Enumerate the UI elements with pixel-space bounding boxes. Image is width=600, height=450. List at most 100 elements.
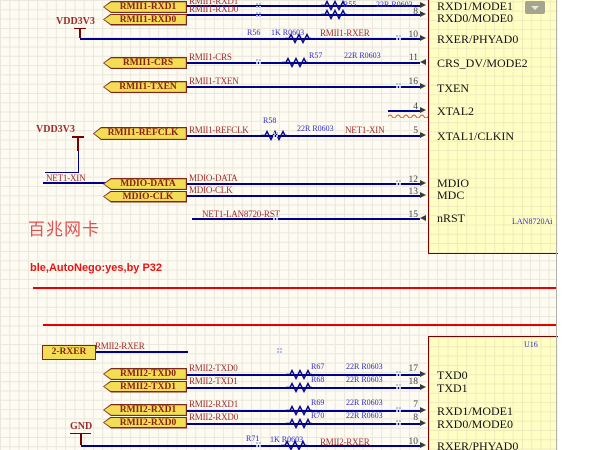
port-mdio-data[interactable]: MDIO-DATA [103,178,187,190]
resistor-designator[interactable]: R68 [311,376,324,384]
net-label[interactable]: NET1-XIN [46,174,85,183]
port-rmii2-rxd0[interactable]: RMII2-RXD0 [103,417,187,429]
resistor-value[interactable]: 1K R0603 [271,29,304,37]
pin-name: RXER/PHYAD0 [437,33,518,45]
resistor-designator[interactable]: R70 [311,412,324,420]
resistor-value[interactable]: 1K R0603 [270,436,303,444]
resistor-value[interactable]: 22R R0603 [297,125,334,133]
port-label: MDIO-DATA [109,178,187,190]
dropdown-button[interactable] [525,1,545,14]
pin-connector-icon [420,35,426,41]
port-label: RMII2-RXD1 [109,404,187,416]
pin-connector-icon [420,180,426,186]
port-rmii1-crs[interactable]: RMII1-CRS [103,57,187,69]
net-label[interactable]: NET1-LAN8720-RST [202,210,280,219]
pin-connector-icon [420,442,426,448]
junction-marker [273,132,275,134]
port-label: RMII1-RXD0 [109,14,187,26]
wire-rmii2-rxer[interactable] [94,351,188,353]
power-label-vdd3v3[interactable]: VDD3V3 [56,17,95,27]
net-label[interactable]: RMII2-RXER [95,342,145,351]
junction-marker [256,442,258,444]
port-rmii2-rxer[interactable]: 2-RXER [42,345,96,360]
pin-number: 15 [402,211,418,221]
wire-mdio-clk[interactable] [187,195,420,197]
power-label-gnd[interactable]: GND [70,422,92,432]
net-label[interactable]: RMII1-RXER [320,29,370,38]
port-rmii1-txen[interactable]: RMII1-TXEN [103,81,187,93]
junction-marker [256,12,258,14]
resistor-designator[interactable]: R67 [311,363,324,371]
resistor-value[interactable]: 22R R0603 [346,376,383,384]
pin-connector-icon [420,2,426,8]
port-rmii1-refclk[interactable]: RMII1-REFCLK [93,127,187,140]
pin-number: 10 [402,31,418,41]
pin-number: 8 [402,414,418,424]
resistor-designator[interactable]: R57 [309,52,322,60]
resistor-symbol[interactable] [321,9,347,20]
pin-number: 4 [402,103,418,113]
wire-rmii1-refclk[interactable] [187,135,420,137]
net-label[interactable]: RMII2-RXD1 [189,400,238,409]
port-rmii2-rxd1[interactable]: RMII2-RXD1 [103,404,187,416]
resistor-symbol[interactable] [286,382,312,393]
resistor-designator[interactable]: R55 [343,1,356,9]
pin-name: MDC [437,189,464,201]
pin-number: 12 [402,176,418,186]
junction-marker [277,348,279,350]
net-label[interactable]: RMII1-TXEN [189,77,239,86]
junction-marker [396,371,398,373]
junction-marker [396,420,398,422]
pin-name: RXER/PHYAD0 [437,440,518,450]
wire-rmii1-rxer[interactable] [80,38,420,40]
pin-number: 13 [402,188,418,198]
resistor-value[interactable]: 22R R0603 [346,399,383,407]
pin-connector-icon [420,11,426,17]
net-label[interactable]: RMII1-REFCLK [189,126,249,135]
pin-number: 18 [402,378,418,388]
sheet-edge-line [556,0,557,450]
port-rmii2-txd1[interactable]: RMII2-TXD1 [103,381,187,393]
port-rmii1-rxd1[interactable]: RMII1-RXD1 [103,1,187,13]
net-label[interactable]: NET1-XIN [345,126,384,135]
net-label[interactable]: RMII2-TXD1 [189,377,238,386]
resistor-designator[interactable]: R56 [247,29,260,37]
port-label: 2-RXER [43,346,95,359]
port-rmii1-rxd0[interactable]: RMII1-RXD0 [103,14,187,26]
net-label[interactable]: RMII2-TXD0 [189,364,238,373]
junction-marker [256,3,258,5]
pin-number: 17 [402,365,418,375]
resistor-value[interactable]: 22R R0603 [344,52,381,60]
port-label: RMII2-RXD0 [109,417,187,429]
wire-vdd-drop[interactable] [78,150,80,172]
section-divider-line [33,287,557,289]
pin-connector-icon [420,371,426,377]
port-rmii2-txd0[interactable]: RMII2-TXD0 [103,368,187,380]
resistor-value[interactable]: 22R R0603 [346,363,383,371]
net-label[interactable]: MDIO-CLK [189,186,232,195]
net-label[interactable]: RMII1-CRS [189,53,232,62]
port-label: RMII1-REFCLK [99,127,187,140]
net-label[interactable]: RMII2-RXD0 [189,413,238,422]
resistor-symbol[interactable] [286,418,312,429]
resistor-symbol[interactable] [286,405,312,416]
part-comment[interactable]: LAN8720Ai [512,218,552,226]
net-label[interactable]: RMII2-RXER [320,438,370,447]
pin-connector-icon [420,384,426,390]
wire-rmii1-rxd0[interactable] [187,14,420,16]
wire-rmii1-txen[interactable] [187,86,420,88]
net-label[interactable]: MDIO-DATA [189,174,237,183]
pin-name: RXD1/MODE1 [437,405,513,417]
resistor-symbol[interactable] [286,369,312,380]
junction-marker [396,407,398,409]
resistor-designator[interactable]: R69 [311,399,324,407]
resistor-symbol[interactable] [282,57,308,68]
net-label[interactable]: RMII1-RXD0 [189,5,238,14]
resistor-value[interactable]: 22R R0603 [346,412,383,420]
port-mdio-clk[interactable]: MDIO-CLK [103,191,187,203]
schematic-canvas[interactable]: RMII1-RXD1 RMII1-RXD0 RMII1-CRS RMII1-TX… [0,0,557,450]
port-label: RMII2-TXD1 [109,381,187,393]
power-label-vdd3v3[interactable]: VDD3V3 [36,125,75,135]
chip-designator[interactable]: U16 [524,341,538,349]
resistor-designator[interactable]: R58 [263,117,276,125]
